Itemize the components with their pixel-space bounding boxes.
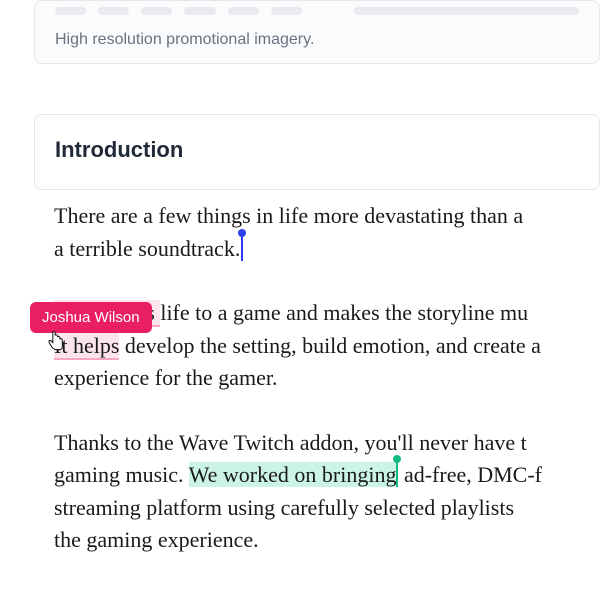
text-run: Thanks to the Wave Twitch addon, you'll … bbox=[54, 430, 527, 455]
placeholder-pill bbox=[271, 7, 302, 15]
placeholder-pill bbox=[184, 7, 215, 15]
placeholder-pill bbox=[141, 7, 172, 15]
text-run: experience for the gamer. bbox=[54, 365, 278, 390]
placeholder-pill bbox=[55, 7, 86, 15]
collaborator-badge[interactable]: Joshua Wilson bbox=[30, 302, 152, 333]
introduction-heading: Introduction bbox=[55, 137, 579, 163]
pointer-cursor-icon bbox=[46, 330, 66, 357]
text-run: a terrible soundtrack. bbox=[54, 236, 240, 261]
collaborator-cursor-blue bbox=[241, 235, 243, 261]
introduction-header-card: Introduction bbox=[34, 114, 600, 190]
text-run: gaming music. bbox=[54, 462, 189, 487]
text-run: the gaming experience. bbox=[54, 527, 259, 552]
paragraph-1[interactable]: There are a few things in life more deva… bbox=[54, 200, 600, 265]
text-run-highlighted: We worked on bringing bbox=[189, 462, 397, 487]
text-run: develop the setting, build emotion, and … bbox=[119, 333, 541, 358]
placeholder-pill bbox=[98, 7, 129, 15]
collaborator-cursor-green bbox=[396, 461, 398, 487]
text-run: streaming platform using carefully selec… bbox=[54, 495, 514, 520]
text-run: There are a few things in life more deva… bbox=[54, 203, 523, 228]
image-placeholder-card: High resolution promotional imagery. bbox=[34, 0, 600, 64]
paragraph-3[interactable]: Thanks to the Wave Twitch addon, you'll … bbox=[54, 427, 600, 557]
image-caption: High resolution promotional imagery. bbox=[55, 31, 579, 49]
text-run: ad-free, DMC-f bbox=[398, 462, 542, 487]
text-run: life to a game and makes the storyline m… bbox=[160, 300, 528, 325]
placeholder-pill bbox=[228, 7, 259, 15]
document-body[interactable]: Joshua Wilson There are a few things in … bbox=[34, 200, 600, 557]
placeholder-bar bbox=[354, 7, 579, 15]
placeholder-row bbox=[55, 7, 579, 15]
